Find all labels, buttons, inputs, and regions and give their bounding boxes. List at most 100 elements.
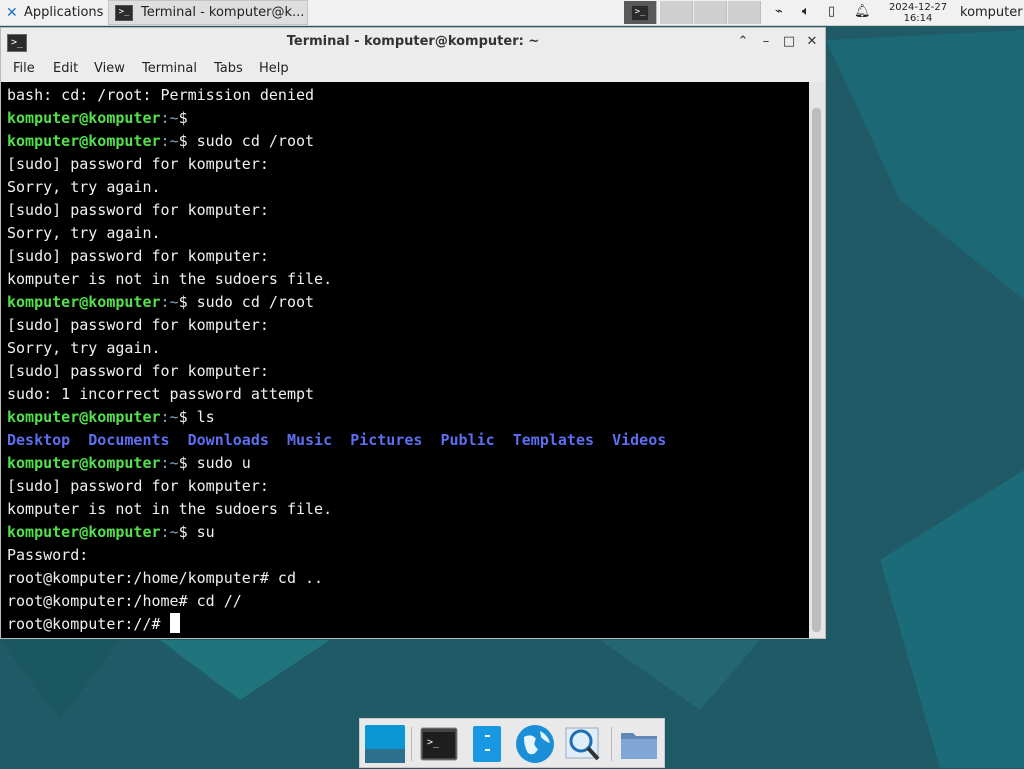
terminal-line: [sudo] password for komputer:	[7, 314, 666, 337]
menu-view[interactable]: View	[94, 56, 125, 82]
output-text: Sorry, try again.	[7, 224, 161, 242]
clock-date: 2024-12-27	[888, 1, 948, 13]
terminal-line: sudo: 1 incorrect password attempt	[7, 383, 666, 406]
prompt-user: komputer@komputer	[7, 454, 161, 472]
dir-spacer	[269, 431, 287, 449]
maximize-button[interactable]: □	[780, 33, 798, 51]
minimize-button[interactable]: –	[757, 33, 775, 51]
app-finder-launcher[interactable]	[562, 723, 604, 765]
prompt-symbol: $	[178, 523, 197, 541]
command-text: ls	[196, 408, 215, 426]
terminal-launcher[interactable]: >_	[418, 723, 460, 765]
scrollbar-thumb[interactable]	[812, 108, 821, 632]
terminal-line: komputer@komputer:~$ sudo cd /root	[7, 130, 666, 153]
clock-time: 16:14	[903, 12, 933, 24]
output-text: [sudo] password for komputer:	[7, 155, 269, 173]
clock[interactable]: 2024-12-27 16:14	[884, 0, 952, 25]
window-title: Terminal - komputer@komputer: ~	[286, 34, 540, 49]
dir-spacer	[495, 431, 513, 449]
terminal-line: bash: cd: /root: Permission denied	[7, 84, 666, 107]
terminal-icon: >_	[631, 4, 649, 21]
output-text: Password:	[7, 546, 89, 564]
dir-spacer	[594, 431, 612, 449]
terminal-line: komputer@komputer:~$ su	[7, 521, 666, 544]
terminal-line: komputer@komputer:~$ ls	[7, 406, 666, 429]
dock-separator	[411, 727, 412, 761]
notification-bell-icon[interactable]: 🔔︎	[854, 4, 871, 20]
output-text: bash: cd: /root: Permission denied	[7, 86, 315, 104]
command-text: sudo cd /root	[196, 293, 315, 311]
file-manager-icon	[473, 726, 501, 762]
close-button[interactable]: ✕	[803, 33, 821, 51]
menu-terminal[interactable]: Terminal	[142, 56, 197, 82]
workspace-4-button[interactable]	[728, 1, 761, 24]
prompt-symbol: $	[178, 454, 197, 472]
workspace-2-button[interactable]	[660, 1, 693, 24]
terminal-output[interactable]: bash: cd: /root: Permission denied komput…	[1, 82, 809, 638]
volume-icon[interactable]: 🔈︎	[802, 4, 818, 20]
menu-edit[interactable]: Edit	[53, 56, 78, 82]
web-browser-launcher[interactable]	[514, 723, 556, 765]
directory-entry: Desktop	[7, 431, 71, 449]
user-menu-button[interactable]: komputer	[960, 0, 1023, 25]
terminal-line: [sudo] password for komputer:	[7, 199, 666, 222]
dock-separator	[611, 727, 612, 761]
output-text: [sudo] password for komputer:	[7, 201, 269, 219]
terminal-line: [sudo] password for komputer:	[7, 360, 666, 383]
terminal-line: Sorry, try again.	[7, 222, 666, 245]
dir-spacer	[332, 431, 350, 449]
directory-entry: Documents	[88, 431, 170, 449]
window-titlebar[interactable]: >_ Terminal - komputer@komputer: ~ ⌃ – □…	[1, 28, 825, 56]
menu-file[interactable]: File	[13, 56, 35, 82]
terminal-line: [sudo] password for komputer:	[7, 153, 666, 176]
taskbar-terminal-button[interactable]: >_ Terminal - komputer@k...	[108, 0, 308, 25]
file-manager-launcher[interactable]	[466, 723, 508, 765]
output-text: [sudo] password for komputer:	[7, 362, 269, 380]
terminal-scrollbar[interactable]	[809, 82, 825, 638]
terminal-window: >_ Terminal - komputer@komputer: ~ ⌃ – □…	[0, 27, 826, 639]
battery-icon[interactable]: ▯	[828, 4, 844, 20]
root-prompt: root@komputer://#	[7, 615, 170, 633]
menu-help[interactable]: Help	[259, 56, 289, 82]
directory-entry: Public	[440, 431, 495, 449]
folder-icon	[621, 733, 657, 759]
dock: >_	[359, 718, 665, 768]
directory-entry: Downloads	[187, 431, 269, 449]
network-icon[interactable]: ⌁	[775, 4, 791, 20]
workspace-1-button[interactable]: >_	[624, 1, 657, 24]
taskbar-terminal-label: Terminal - komputer@k...	[141, 5, 305, 20]
show-desktop-button[interactable]	[364, 723, 406, 765]
output-text: komputer is not in the sudoers file.	[7, 270, 333, 288]
menu-tabs[interactable]: Tabs	[214, 56, 243, 82]
prompt-symbol: $	[178, 408, 197, 426]
command-text: su	[196, 523, 215, 541]
output-text: [sudo] password for komputer:	[7, 316, 269, 334]
prompt-path: :~	[160, 523, 179, 541]
output-text: [sudo] password for komputer:	[7, 247, 269, 265]
xfce-logo-icon: ✕	[6, 4, 18, 21]
output-text: Sorry, try again.	[7, 339, 161, 357]
directory-entry: Templates	[512, 431, 595, 449]
terminal-icon: >_	[115, 4, 133, 21]
applications-menu-button[interactable]: ✕ Applications	[2, 0, 107, 25]
prompt-symbol: $	[178, 109, 197, 127]
terminal-line: komputer@komputer:~$	[7, 107, 666, 130]
terminal-line: Password:	[7, 544, 666, 567]
terminal-line: komputer@komputer:~$ sudo cd /root	[7, 291, 666, 314]
terminal-line: komputer@komputer:~$ sudo u	[7, 452, 666, 475]
app-finder-icon	[565, 727, 600, 761]
prompt-path: :~	[160, 293, 179, 311]
desktop-icon	[365, 725, 405, 763]
prompt-user: komputer@komputer	[7, 523, 161, 541]
terminal-line: Sorry, try again.	[7, 176, 666, 199]
output-text: komputer is not in the sudoers file.	[7, 500, 333, 518]
svg-text:>_: >_	[427, 737, 440, 748]
shade-window-button[interactable]: ⌃	[734, 33, 752, 51]
prompt-path: :~	[160, 132, 179, 150]
terminal-lines: bash: cd: /root: Permission denied komput…	[7, 84, 666, 636]
folder-launcher[interactable]	[618, 723, 660, 765]
terminal-icon: >_	[420, 727, 458, 761]
workspace-3-button[interactable]	[694, 1, 727, 24]
terminal-line: [sudo] password for komputer:	[7, 475, 666, 498]
terminal-line: Sorry, try again.	[7, 337, 666, 360]
